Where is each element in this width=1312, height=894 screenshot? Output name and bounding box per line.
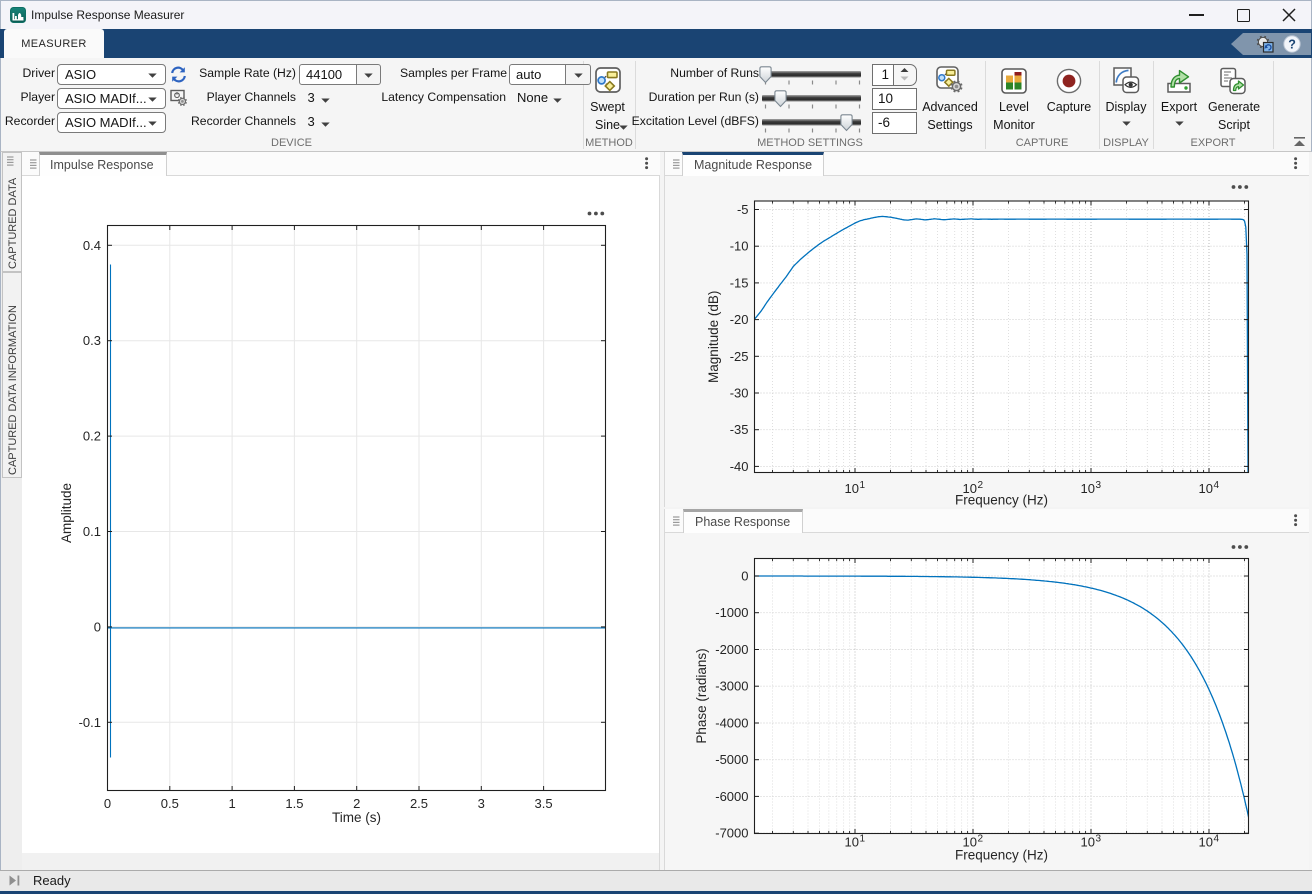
svg-text:Frequency (Hz): Frequency (Hz) (955, 848, 1048, 863)
svg-text:-20: -20 (730, 312, 749, 327)
svg-text:-35: -35 (730, 422, 749, 437)
svg-text:1: 1 (860, 834, 866, 845)
svg-text:0.4: 0.4 (83, 238, 101, 253)
svg-text:0: 0 (741, 569, 748, 584)
svg-text:-30: -30 (730, 386, 749, 401)
svg-text:0.5: 0.5 (161, 796, 179, 811)
svg-text:0: 0 (94, 619, 101, 634)
svg-text:Phase (radians): Phase (radians) (694, 648, 709, 743)
svg-text:-15: -15 (730, 275, 749, 290)
svg-text:?: ? (1288, 38, 1296, 52)
svg-text:3: 3 (478, 796, 485, 811)
svg-text:1: 1 (860, 480, 866, 491)
svg-text:10: 10 (1081, 835, 1095, 850)
svg-text:-10: -10 (730, 239, 749, 254)
svg-text:-40: -40 (730, 459, 749, 474)
svg-text:-5: -5 (737, 202, 749, 217)
svg-text:2: 2 (978, 480, 984, 491)
svg-text:10: 10 (1081, 481, 1095, 496)
svg-text:1: 1 (228, 796, 235, 811)
svg-text:4: 4 (1214, 834, 1220, 845)
svg-text:-3000: -3000 (715, 679, 748, 694)
svg-text:0.2: 0.2 (83, 429, 101, 444)
svg-text:3: 3 (1096, 480, 1102, 491)
svg-text:3: 3 (1096, 834, 1102, 845)
svg-text:-4000: -4000 (715, 716, 748, 731)
svg-text:0.3: 0.3 (83, 333, 101, 348)
svg-text:2.5: 2.5 (410, 796, 428, 811)
svg-text:0.1: 0.1 (83, 524, 101, 539)
svg-text:1.5: 1.5 (285, 796, 303, 811)
svg-text:-7000: -7000 (715, 826, 748, 841)
svg-text:-0.1: -0.1 (79, 715, 101, 730)
svg-text:10: 10 (1199, 481, 1213, 496)
svg-text:2: 2 (353, 796, 360, 811)
svg-text:3.5: 3.5 (535, 796, 553, 811)
svg-text:10: 10 (1199, 835, 1213, 850)
svg-text:Time (s): Time (s) (332, 810, 381, 825)
svg-text:10: 10 (845, 481, 859, 496)
svg-text:0: 0 (104, 796, 111, 811)
svg-text:Amplitude: Amplitude (59, 483, 74, 543)
svg-text:10: 10 (845, 835, 859, 850)
svg-text:Magnitude (dB): Magnitude (dB) (706, 291, 721, 383)
svg-text:-6000: -6000 (715, 789, 748, 804)
svg-text:-2000: -2000 (715, 642, 748, 657)
svg-text:-5000: -5000 (715, 752, 748, 767)
svg-text:-25: -25 (730, 349, 749, 364)
svg-text:Frequency (Hz): Frequency (Hz) (955, 493, 1048, 508)
svg-text:4: 4 (1214, 480, 1220, 491)
svg-text:-1000: -1000 (715, 605, 748, 620)
svg-text:2: 2 (978, 834, 984, 845)
